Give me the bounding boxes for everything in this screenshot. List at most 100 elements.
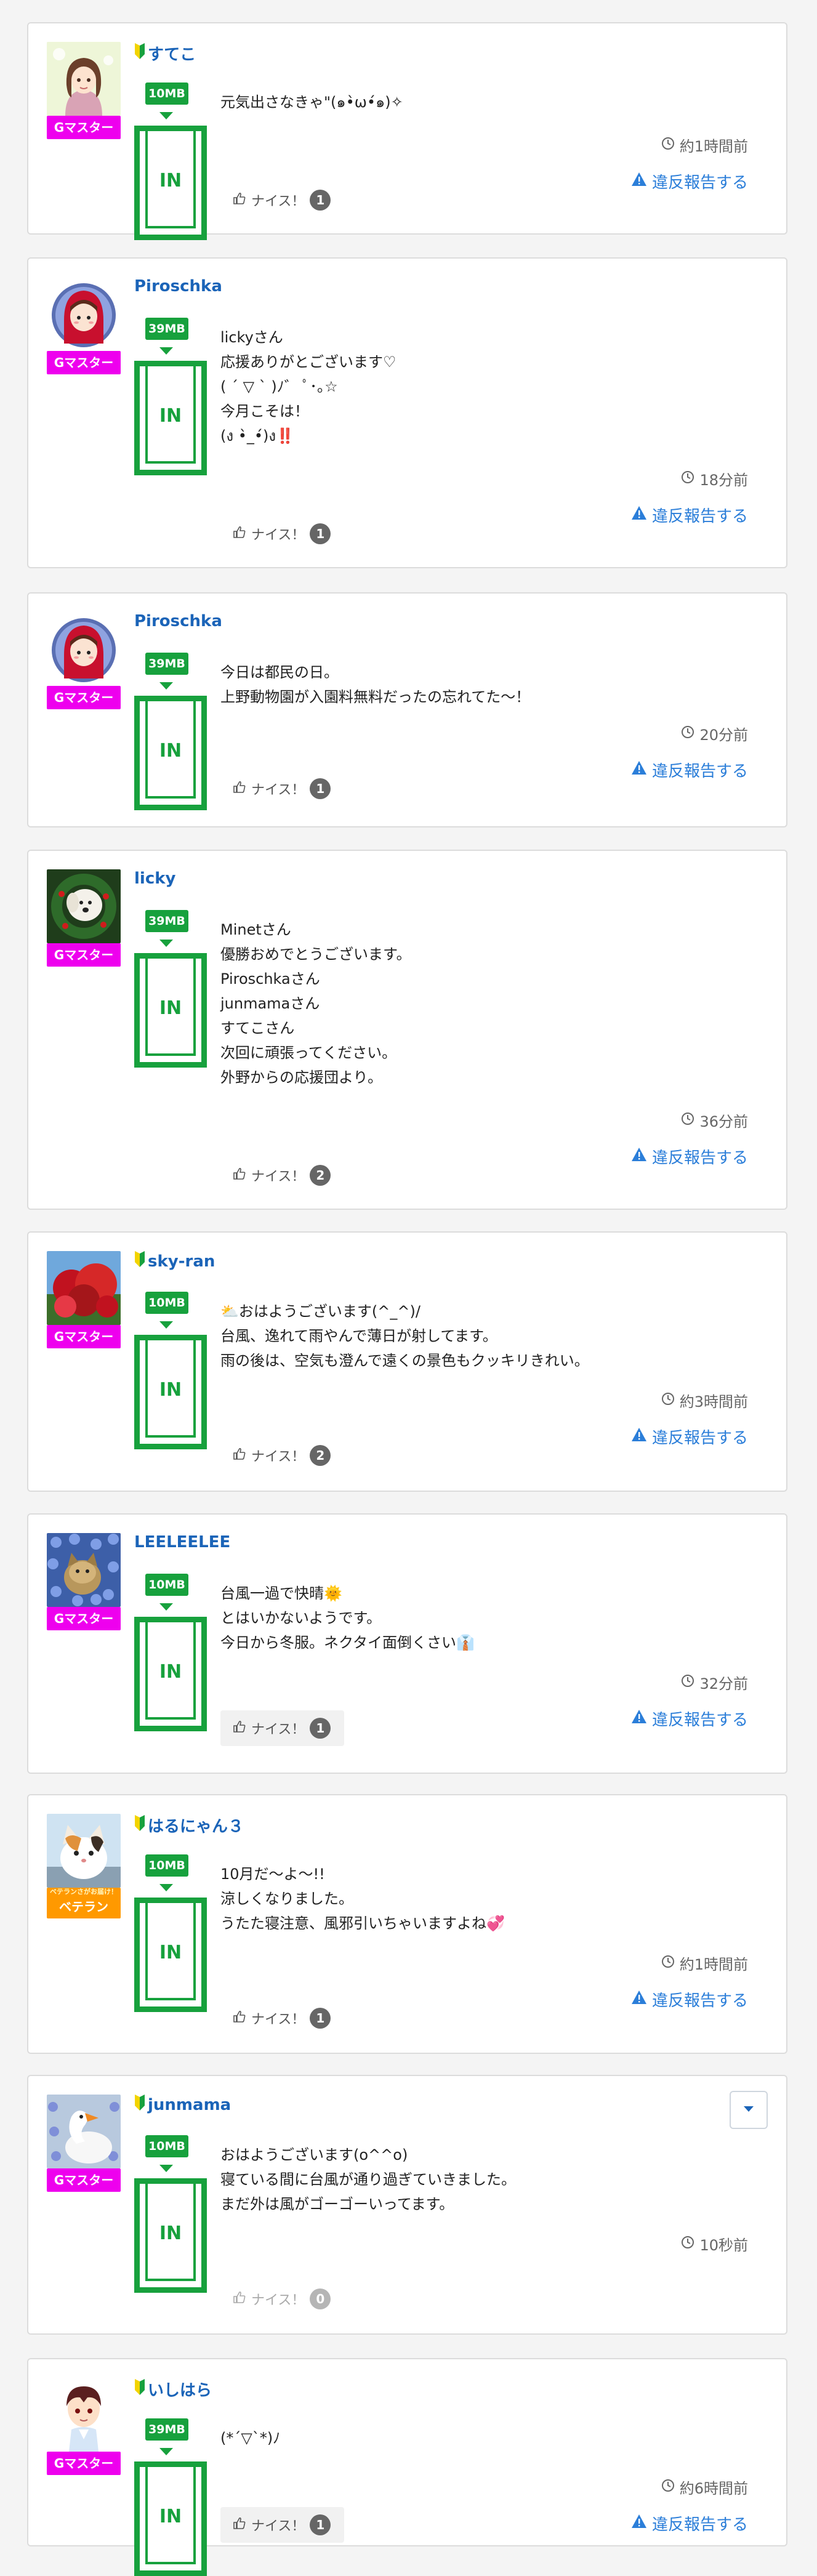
username-link[interactable]: LEELEELEE [134, 1533, 230, 1552]
post-menu-dropdown[interactable] [730, 2091, 768, 2129]
rank-badge-label: ベテラン [59, 1899, 108, 1914]
username-text: LEELEELEE [134, 1533, 231, 1552]
report-violation-link[interactable]: 違反報告する [631, 1425, 748, 1448]
post-body-line: junmamaさん [220, 995, 320, 1012]
in-button[interactable]: IN [134, 1335, 207, 1449]
username-text: はるにゃん３ [148, 1817, 244, 1836]
nice-label: ナイス！ [251, 1169, 305, 1185]
post-card: Gマスター licky 39MB IN Minetさん 優勝おめでとうございます。 Piro… [27, 850, 787, 1210]
storage-size-badge: 39MB [145, 2418, 188, 2441]
nice-count: 1 [310, 778, 331, 799]
nice-count: 1 [310, 523, 331, 544]
rank-badge: Gマスター [47, 1607, 121, 1630]
nice-label: ナイス！ [251, 528, 305, 543]
post-body: (*´▽`*)ﾉ [220, 2426, 725, 2450]
username-link[interactable]: Piroschka [134, 277, 222, 296]
user-avatar[interactable] [47, 2378, 121, 2452]
down-arrow-icon [159, 112, 173, 119]
report-violation-link[interactable]: 違反報告する [631, 1145, 748, 1168]
user-avatar[interactable] [47, 277, 121, 351]
report-violation-link[interactable]: 違反報告する [631, 759, 748, 781]
down-arrow-icon [159, 682, 173, 690]
report-violation-link[interactable]: 違反報告する [631, 170, 748, 193]
in-button[interactable]: IN [134, 2461, 207, 2576]
nice-button[interactable]: ナイス！ 2 [220, 1438, 344, 1473]
in-button[interactable]: IN [134, 361, 207, 475]
username-text: junmama [148, 2095, 231, 2114]
username-link[interactable]: はるにゃん３ [134, 1814, 244, 1837]
timestamp-text: 約6時間前 [679, 2480, 748, 2497]
post-card: Gマスター すてこ 10MB IN 元気出さなきゃ"(๑•̀ω•́๑)✧ 約1時間前 違反報… [27, 22, 787, 240]
nice-button[interactable]: ナイス！ 1 [220, 2000, 344, 2036]
user-avatar[interactable] [47, 1533, 121, 1607]
post-card: Gマスター junmama 10MB IN おはようございます(o^^o) 寝ている間に台… [27, 2075, 787, 2335]
post-body-line: 応援ありがとございます♡ [220, 353, 396, 371]
nice-button[interactable]: ナイス！ 1 [220, 771, 344, 807]
rank-badge-caption: ベテランさがお届け！ [50, 1888, 118, 1896]
in-button[interactable]: IN [134, 953, 207, 1068]
thumbs-up-icon [233, 1167, 246, 1184]
nice-label: ナイス！ [251, 1449, 305, 1465]
in-button[interactable]: IN [134, 696, 207, 810]
post-body-line: 雨の後は、空気も澄んで遠くの景色もクッキリきれい。 [220, 1352, 589, 1369]
username-text: すてこ [148, 46, 196, 64]
post-body: ⛅おはようございます(^_^)/ 台風、逸れて雨やんで薄日が射してます。 雨の後は、… [220, 1299, 725, 1373]
beginner-mark-icon [134, 1815, 145, 1835]
post-timestamp: 32分前 [681, 1672, 748, 1693]
thumbs-up-icon [233, 1720, 246, 1737]
timestamp-text: 20分前 [699, 727, 748, 744]
storage-size-badge: 10MB [145, 1574, 188, 1596]
nice-button[interactable]: ナイス！ 2 [220, 1157, 344, 1193]
username-link[interactable]: いしはら [134, 2378, 212, 2401]
report-violation-link[interactable]: 違反報告する [631, 2512, 748, 2535]
post-body: おはようございます(o^^o) 寝ている間に台風が通り過ぎていきました。 まだ外は風… [220, 2143, 725, 2216]
in-button[interactable]: IN [134, 126, 207, 240]
report-violation-link[interactable]: 違反報告する [631, 1707, 748, 1730]
thumbs-up-icon [233, 2516, 246, 2534]
post-body-line: Minetさん [220, 921, 291, 938]
nice-button[interactable]: ナイス！ 1 [220, 516, 344, 552]
post-timestamp: 約1時間前 [661, 1952, 748, 1974]
post-body-line: (*´▽`*)ﾉ [220, 2429, 281, 2447]
user-avatar[interactable] [47, 42, 121, 116]
post-body-line: 寝ている間に台風が通り過ぎていきました。 [220, 2171, 516, 2188]
user-avatar[interactable] [47, 1814, 121, 1888]
user-avatar[interactable] [47, 2095, 121, 2168]
user-avatar[interactable] [47, 612, 121, 686]
username-link[interactable]: すてこ [134, 42, 196, 65]
post-timestamp: 18分前 [681, 468, 748, 489]
nice-button[interactable]: ナイス！ 1 [220, 1710, 345, 1746]
timestamp-text: 約1時間前 [679, 138, 748, 155]
report-label: 違反報告する [651, 1711, 748, 1729]
post-timestamp: 10秒前 [681, 2233, 748, 2255]
thumbs-up-icon [233, 780, 246, 797]
clock-icon [661, 137, 675, 154]
post-timestamp: 約3時間前 [661, 1390, 748, 1411]
nice-button[interactable]: ナイス！ 1 [220, 2507, 345, 2543]
thumbs-up-icon [233, 2010, 246, 2027]
storage-size-badge: 10MB [145, 2135, 188, 2157]
user-avatar[interactable] [47, 869, 121, 943]
post-body-line: 涼しくなりました。 [220, 1890, 353, 1907]
rank-badge: Gマスター [47, 2168, 121, 2192]
post-body-line: 元気出さなきゃ"(๑•̀ω•́๑)✧ [220, 94, 403, 111]
nice-button[interactable]: ナイス！ 0 [220, 2281, 344, 2317]
user-avatar[interactable] [47, 1251, 121, 1325]
username-link[interactable]: Piroschka [134, 612, 222, 630]
in-button[interactable]: IN [134, 1898, 207, 2012]
warning-icon [631, 1709, 647, 1728]
in-button[interactable]: IN [134, 1617, 207, 1731]
nice-button[interactable]: ナイス！ 1 [220, 182, 344, 218]
in-button[interactable]: IN [134, 2178, 207, 2293]
username-link[interactable]: junmama [134, 2095, 231, 2115]
username-link[interactable]: licky [134, 869, 175, 888]
beginner-mark-icon [134, 43, 145, 63]
post-body-line: うたた寝注意、風邪引いちゃいますよね💞 [220, 1915, 505, 1932]
thumbs-up-icon [233, 1447, 246, 1464]
rank-badge: Gマスター [47, 116, 121, 139]
username-link[interactable]: sky-ran [134, 1251, 215, 1271]
post-body-line: 今日から冬服。ネクタイ面倒くさい👔 [220, 1634, 475, 1651]
report-violation-link[interactable]: 違反報告する [631, 504, 748, 526]
report-violation-link[interactable]: 違反報告する [631, 1988, 748, 2011]
post-card: Gマスター Piroschka 39MB IN lickyさん 応援ありがとございます♡ (… [27, 257, 787, 568]
